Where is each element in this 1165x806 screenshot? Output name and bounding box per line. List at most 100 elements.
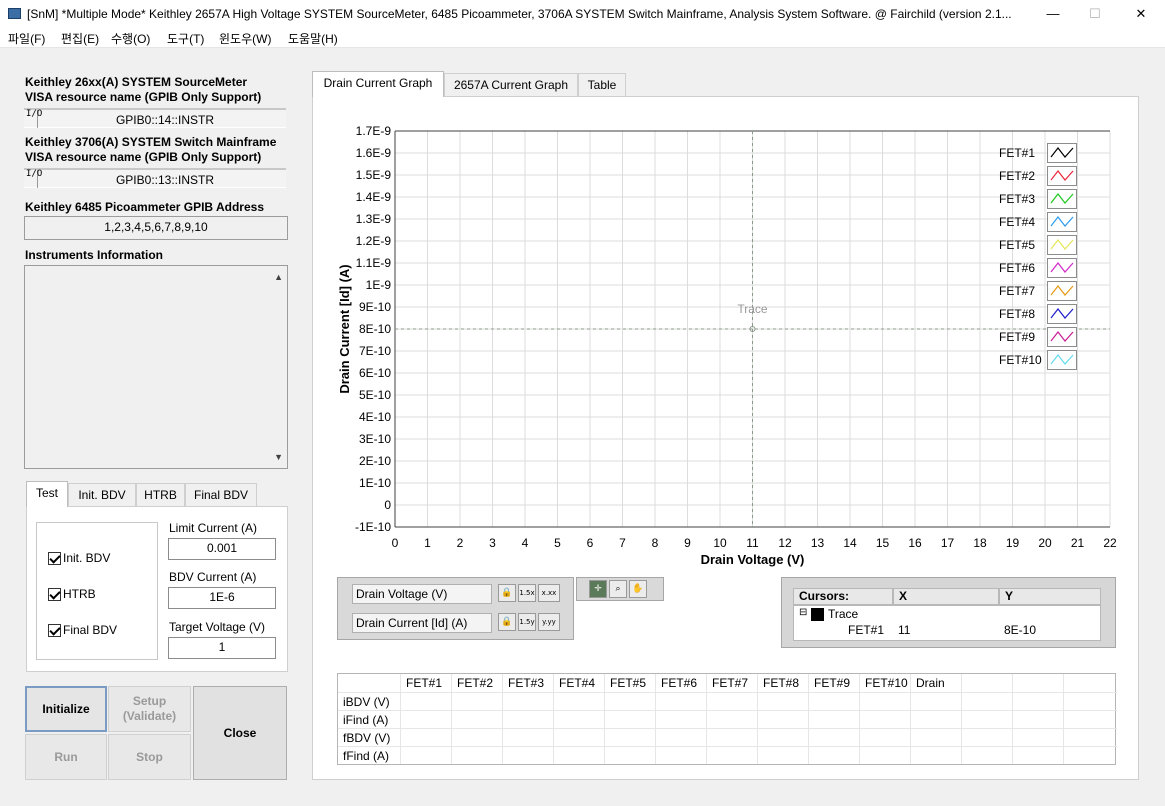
close-button[interactable]: Close: [193, 686, 287, 780]
x-tick-label: 16: [908, 536, 922, 550]
cursor-row-y: 8E-10: [1004, 623, 1037, 637]
legend-swatch[interactable]: [1047, 258, 1077, 278]
y-lock-icon[interactable]: 🔒: [498, 613, 516, 631]
y-axis-name-field[interactable]: Drain Current [Id] (A): [352, 613, 492, 633]
stop-button[interactable]: Stop: [108, 734, 191, 780]
y-tick-label: 3E-10: [359, 432, 391, 446]
bdv-current-input[interactable]: 1E-6: [168, 587, 276, 609]
htrb-checkbox[interactable]: HTRB: [48, 587, 96, 602]
test-tab-panel: Init. BDV HTRB Final BDV Limit Current (…: [26, 506, 288, 672]
menu-file[interactable]: 파일(F): [8, 30, 45, 47]
zoom-icon[interactable]: ⌕: [609, 580, 627, 598]
final-bdv-checkbox[interactable]: Final BDV: [48, 623, 117, 638]
cursor-legend: Cursors: X Y ⊟ Trace FET#1 11 8E-10: [781, 577, 1116, 648]
x-axis-name-field[interactable]: Drain Voltage (V): [352, 584, 492, 604]
x-lock-icon[interactable]: 🔒: [498, 584, 516, 602]
cursor-row-name: FET#1: [848, 623, 885, 637]
y-tick-label: 9E-10: [359, 300, 391, 314]
results-row-divider: [338, 692, 1117, 693]
menu-edit[interactable]: 편집(E): [61, 30, 99, 47]
tab-htrb[interactable]: HTRB: [136, 483, 185, 507]
switch-visa-selector[interactable]: I/O GPIB0::13::INSTR: [24, 168, 286, 188]
menu-window[interactable]: 윈도우(W): [219, 30, 271, 47]
results-column-header: Drain: [916, 676, 945, 690]
x-tick-label: 15: [876, 536, 890, 550]
limit-current-input[interactable]: 0.001: [168, 538, 276, 560]
cursor-marker-icon: [811, 608, 824, 621]
tab-final-bdv[interactable]: Final BDV: [185, 483, 257, 507]
y-tick-label: 0: [384, 498, 391, 512]
setup-button[interactable]: Setup (Validate): [108, 686, 191, 732]
menu-tools[interactable]: 도구(T): [167, 30, 204, 47]
legend-swatch[interactable]: [1047, 189, 1077, 209]
legend-swatch[interactable]: [1047, 166, 1077, 186]
scroll-up-icon[interactable]: ▲: [274, 272, 283, 282]
x-autoscale-icon[interactable]: 1.5x: [518, 584, 536, 602]
y-tick-label: 6E-10: [359, 366, 391, 380]
crosshair-icon[interactable]: ✛: [589, 580, 607, 598]
results-column-divider: [808, 674, 809, 764]
results-column-header: FET#1: [406, 676, 443, 690]
smu-visa-selector[interactable]: I/O GPIB0::14::INSTR: [24, 108, 286, 128]
check-icon: [48, 588, 61, 602]
x-tick-label: 20: [1038, 536, 1052, 550]
tab-2657a-current-graph[interactable]: 2657A Current Graph: [444, 73, 578, 97]
cursor-trace-label[interactable]: Trace: [828, 607, 858, 621]
results-column-header: FET#6: [661, 676, 698, 690]
pan-icon[interactable]: ✋: [629, 580, 647, 598]
y-format-icon[interactable]: y.yy: [538, 613, 560, 631]
y-autoscale-icon[interactable]: 1.5y: [518, 613, 536, 631]
legend-series-label: FET#5: [999, 238, 1036, 252]
legend-series-label: FET#10: [999, 353, 1042, 367]
drain-current-chart[interactable]: 0 1 2 3 4 5 6 7 8 9 10 11 12 13 14 15 16 17 18 19 20 21 221.7E…: [330, 115, 1130, 575]
menu-run[interactable]: 수행(O): [111, 30, 150, 47]
init-bdv-checkbox[interactable]: Init. BDV: [48, 551, 110, 566]
menu-help[interactable]: 도움말(H): [288, 30, 338, 47]
cursor-header-name: Cursors:: [793, 588, 893, 605]
results-column-divider: [604, 674, 605, 764]
pico-address-field[interactable]: 1,2,3,4,5,6,7,8,9,10: [24, 216, 288, 240]
legend-swatch[interactable]: [1047, 327, 1077, 347]
tab-table[interactable]: Table: [578, 73, 626, 97]
expand-icon[interactable]: ⊟: [799, 607, 807, 618]
legend-series-label: FET#2: [999, 169, 1036, 183]
graph-palette: ✛ ⌕ ✋: [576, 577, 664, 601]
bdv-current-label: BDV Current (A): [169, 570, 257, 584]
y-tick-label: 1.3E-9: [356, 212, 392, 226]
x-format-icon[interactable]: x.xx: [538, 584, 560, 602]
tab-init-bdv[interactable]: Init. BDV: [68, 483, 136, 507]
x-tick-label: 19: [1006, 536, 1020, 550]
run-button[interactable]: Run: [25, 734, 107, 780]
info-label: Instruments Information: [25, 248, 164, 262]
x-tick-label: 2: [457, 536, 464, 550]
maximize-button[interactable]: ☐: [1072, 0, 1118, 28]
switch-label-2: VISA resource name (GPIB Only Support): [25, 150, 262, 164]
legend-series-label: FET#4: [999, 215, 1036, 229]
legend-swatch[interactable]: [1047, 235, 1077, 255]
limit-current-label: Limit Current (A): [169, 521, 258, 535]
results-column-header: FET#7: [712, 676, 749, 690]
target-voltage-input[interactable]: 1: [168, 637, 276, 659]
minimize-button[interactable]: —: [1030, 0, 1076, 28]
cursor-header-x: X: [893, 588, 999, 605]
y-tick-label: -1E-10: [355, 520, 391, 534]
instruments-info-textbox[interactable]: ▲ ▼: [24, 265, 288, 469]
legend-swatch[interactable]: [1047, 212, 1077, 232]
results-column-divider: [1063, 674, 1064, 764]
menu-bar: 파일(F) 편집(E) 수행(O) 도구(T) 윈도우(W) 도움말(H): [0, 28, 1165, 48]
legend-swatch[interactable]: [1047, 350, 1077, 370]
x-tick-label: 17: [941, 536, 955, 550]
legend-swatch[interactable]: [1047, 281, 1077, 301]
y-tick-label: 2E-10: [359, 454, 391, 468]
cursor-header-y: Y: [999, 588, 1101, 605]
cursor-row-x: 11: [898, 623, 911, 637]
initialize-button[interactable]: Initialize: [25, 686, 107, 732]
tab-drain-current-graph[interactable]: Drain Current Graph: [312, 71, 444, 97]
scroll-down-icon[interactable]: ▼: [274, 452, 283, 462]
results-column-divider: [655, 674, 656, 764]
legend-swatch[interactable]: [1047, 304, 1077, 324]
results-table[interactable]: FET#1 FET#2 FET#3 FET#4 FET#5 FET#6 FET#7 FET#8…: [337, 673, 1117, 765]
tab-test[interactable]: Test: [26, 481, 68, 507]
close-window-button[interactable]: ✕: [1118, 0, 1164, 28]
legend-swatch[interactable]: [1047, 143, 1077, 163]
